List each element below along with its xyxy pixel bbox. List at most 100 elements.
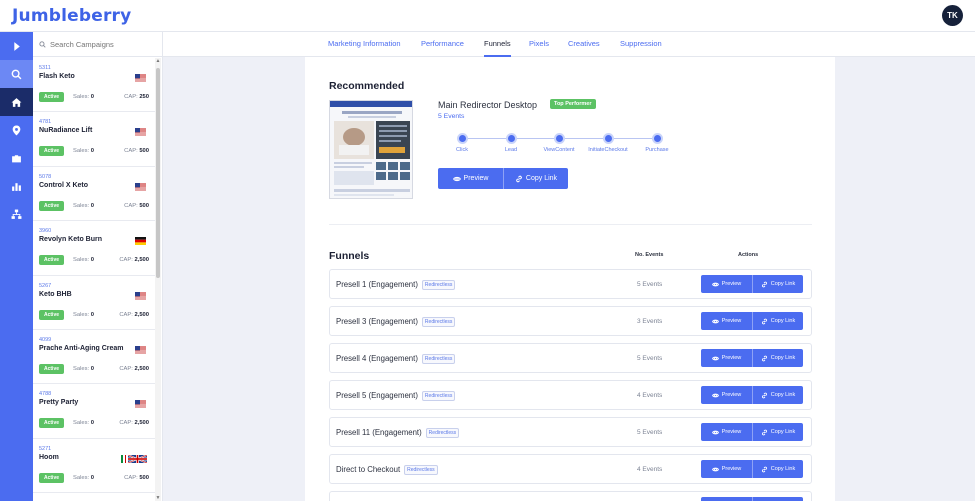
funnel-event-count: 4 Events xyxy=(637,392,663,399)
eye-icon xyxy=(711,356,719,360)
tab-creatives[interactable]: Creatives xyxy=(568,32,600,57)
redirectless-tag: Redirectless xyxy=(421,317,456,327)
campaign-meta: Active Sales: 0 CAP: 2,500 xyxy=(39,255,149,266)
rail-location-button[interactable] xyxy=(0,116,33,144)
status-badge: Active xyxy=(39,309,65,320)
location-pin-icon xyxy=(12,125,21,135)
funnel-name: Presell 3 (Engagement) Redirectless xyxy=(336,317,456,327)
rail-search-button[interactable] xyxy=(0,60,33,88)
redirectless-tag: Redirectless xyxy=(421,391,456,401)
funnel-preview-button[interactable]: Preview xyxy=(701,423,752,441)
funnel-copy-link-button[interactable] xyxy=(752,497,803,501)
expand-sidebar-button[interactable] xyxy=(0,32,33,60)
funnel-name: Presell 11 (Engagement) Redirectless xyxy=(336,428,460,438)
funnel-copy-link-button[interactable]: Copy Link xyxy=(752,349,803,367)
campaign-list-item[interactable]: 5078 Control X Keto Active Sales: 0 CAP: 500 xyxy=(33,167,155,222)
italy-uk-flags-icon xyxy=(121,454,147,463)
rail-reports-button[interactable] xyxy=(0,172,33,200)
campaign-list: 5311 Flash Keto Active Sales: 0 CAP: 250 4781… xyxy=(33,58,155,494)
funnel-name: Presell 4 (Engagement) Redirectless xyxy=(336,354,456,364)
redirectless-tag: Redirectless xyxy=(421,354,456,364)
funnel-copy-link-button[interactable]: Copy Link xyxy=(752,423,803,441)
campaign-sidebar: 5311Flash KetoActiveSales: 0CAP: 2504781… xyxy=(33,32,163,501)
campaign-sales: Sales: 0 xyxy=(73,257,94,264)
top-performer-badge: Top Performer xyxy=(550,99,596,109)
landing-page-screenshot-image xyxy=(334,111,410,196)
funnel-copy-link-button[interactable]: Copy Link xyxy=(752,312,803,330)
funnel-preview-button[interactable] xyxy=(701,497,752,501)
campaign-meta: Active Sales: 0 CAP: 500 xyxy=(39,200,149,211)
funnel-copy-link-button[interactable]: Copy Link xyxy=(752,275,803,293)
jumbleberry-logo[interactable]: Jumbleberry xyxy=(12,6,131,26)
scroll-thumb[interactable] xyxy=(156,68,160,278)
user-avatar[interactable]: TK xyxy=(942,5,963,26)
campaign-cap: CAP: 500 xyxy=(124,474,149,481)
bar-chart-icon xyxy=(12,182,21,191)
funnel-preview-button[interactable]: Preview xyxy=(701,460,752,478)
recommended-preview-button[interactable]: Preview xyxy=(438,168,503,189)
campaign-cap: CAP: 500 xyxy=(124,202,149,209)
campaign-cap: CAP: 2,500 xyxy=(119,365,149,372)
campaign-list-item[interactable]: 4781 NuRadiance Lift Active Sales: 0 CAP: 50… xyxy=(33,112,155,167)
status-badge: Active xyxy=(39,200,65,211)
funnel-event-count: 5 Events xyxy=(637,429,663,436)
funnel-copy-link-button[interactable]: Copy Link xyxy=(752,386,803,404)
redirectless-tag: Redirectless xyxy=(421,280,456,290)
campaign-id: 3960 xyxy=(39,228,52,235)
campaign-list-item[interactable]: 4099 Prache Anti-Aging Cream Active Sales: … xyxy=(33,330,155,385)
campaign-search-input[interactable] xyxy=(50,39,150,49)
campaign-list-item[interactable]: 5267 Keto BHB Active Sales: 0 CAP: 2,500 xyxy=(33,276,155,330)
status-badge: Active xyxy=(39,418,65,429)
funnel-actions: Preview Copy Link xyxy=(701,275,803,293)
campaign-sales: Sales: 0 xyxy=(73,94,94,100)
funnel-preview-button[interactable]: Preview xyxy=(701,312,752,330)
rail-home-button[interactable] xyxy=(0,88,33,116)
recommended-copy-link-button[interactable]: Copy Link xyxy=(503,168,568,189)
funnel-preview-button[interactable]: Preview xyxy=(701,275,752,293)
eye-icon xyxy=(452,176,461,181)
campaign-sales: Sales: 0 xyxy=(73,202,94,209)
scroll-down-arrow-icon[interactable]: ▼ xyxy=(155,495,161,501)
funnel-preview-button[interactable]: Preview xyxy=(701,349,752,367)
campaign-id: 4781 xyxy=(39,119,52,126)
rail-campaigns-button[interactable] xyxy=(0,144,33,172)
usa-flag-icon xyxy=(135,345,146,354)
funnel-actions: Preview Copy Link xyxy=(701,423,803,441)
campaign-sales: Sales: 0 xyxy=(73,474,94,481)
funnel-row: Presell 1 (Engagement) Redirectless 5 Even… xyxy=(329,269,812,299)
tab-funnels[interactable]: Funnels xyxy=(484,32,511,57)
tab-pixels[interactable]: Pixels xyxy=(529,32,549,57)
step-dot-icon xyxy=(651,133,663,144)
usa-flag-icon xyxy=(135,74,146,82)
recommended-heading: Recommended xyxy=(329,80,405,92)
eye-icon xyxy=(711,430,719,434)
scroll-up-arrow-icon[interactable]: ▲ xyxy=(155,58,161,64)
tab-suppression[interactable]: Suppression xyxy=(620,32,662,57)
campaign-list-item[interactable]: 5311 Flash Keto Active Sales: 0 CAP: 250 xyxy=(33,58,155,113)
funnel-name: Direct to Checkout Redirectless xyxy=(336,465,438,475)
events-column-header: No. Events xyxy=(635,252,664,258)
funnel-preview-thumbnail[interactable] xyxy=(329,100,413,199)
campaign-id: 5311 xyxy=(39,65,51,71)
campaign-list-item[interactable]: 3960 Revolyn Keto Burn Active Sales: 0 CAP: … xyxy=(33,221,155,276)
campaign-meta: Active Sales: 0 CAP: 2,500 xyxy=(39,363,149,374)
step-dot-icon xyxy=(602,133,614,144)
funnel-row: Presell 4 (Engagement) Redirectless 5 Even… xyxy=(329,343,812,373)
tab-performance[interactable]: Performance xyxy=(421,32,464,57)
campaign-scrollbar[interactable]: ▲ ▼ xyxy=(155,58,161,501)
funnel-row: Direct to Checkout Redirectless 4 Events Pr… xyxy=(329,454,812,484)
funnel-event-count: 5 Events xyxy=(637,355,663,362)
campaign-list-item[interactable]: 5271 Hoom Active Sales: 0 CAP: 500 xyxy=(33,439,155,494)
funnel-copy-link-button[interactable]: Copy Link xyxy=(752,460,803,478)
rail-network-button[interactable] xyxy=(0,200,33,228)
funnel-preview-button[interactable]: Preview xyxy=(701,386,752,404)
status-badge: Active xyxy=(39,146,65,157)
campaign-list-item[interactable]: 4788 Pretty Party Active Sales: 0 CAP: 2,500 xyxy=(33,384,155,439)
campaign-cap: CAP: 250 xyxy=(124,94,149,100)
tab-marketing-information[interactable]: Marketing Information xyxy=(328,32,401,57)
campaign-id: 5267 xyxy=(39,282,52,289)
usa-flag-icon xyxy=(135,291,146,300)
link-icon xyxy=(516,175,522,182)
funnel-name: Presell 1 (Engagement) Redirectless xyxy=(336,280,456,290)
campaign-id: 4788 xyxy=(39,391,52,398)
